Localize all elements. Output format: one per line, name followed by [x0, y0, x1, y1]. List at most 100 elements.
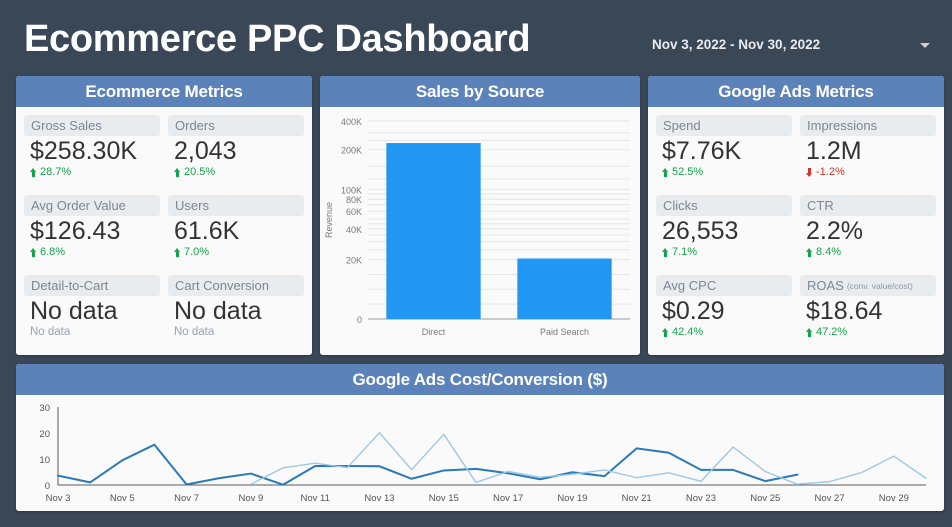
scorecard-grid-ecommerce: Gross Sales $258.30K 28.7% Orders 2,043: [16, 107, 312, 355]
scorecard-value: $7.76K: [662, 137, 742, 165]
scorecard-roas[interactable]: ROAS (conv. value/cost) $18.64 47.2%: [800, 275, 936, 355]
scorecard-value: $126.43: [30, 217, 121, 245]
scorecard-label: Users: [175, 198, 209, 213]
panel-title-ecommerce: Ecommerce Metrics: [16, 76, 312, 107]
scorecard-ctr[interactable]: CTR 2.2% 8.4%: [800, 195, 936, 275]
scorecard-label-bar: Spend: [656, 115, 792, 136]
scorecard-value: No data: [30, 297, 118, 325]
line-chart-x-tick: Nov 29: [879, 493, 909, 504]
scorecard-label: Gross Sales: [31, 118, 102, 133]
date-range-selector[interactable]: Nov 3, 2022 - Nov 30, 2022: [652, 34, 932, 60]
scorecard-label: Detail-to-Cart: [31, 278, 109, 293]
scorecard-delta-value: 42.4%: [672, 326, 704, 339]
bar-chart-y-tick: 80K: [346, 195, 362, 205]
panel-body-sales-by-source: 400K 200K 100K 80K 60K 40K 20K 0 Revenue Direct Pa…: [320, 107, 640, 355]
scorecard-users[interactable]: Users 61.6K 7.0%: [168, 195, 304, 275]
scorecard-gross-sales[interactable]: Gross Sales $258.30K 28.7%: [24, 115, 160, 195]
line-chart-x-tick: Nov 17: [493, 493, 523, 504]
scorecard-value: $0.29: [662, 297, 725, 325]
panel-body-ecommerce: Gross Sales $258.30K 28.7% Orders 2,043: [16, 107, 312, 355]
scorecard-impressions[interactable]: Impressions 1.2M -1.2%: [800, 115, 936, 195]
line-series-previous[interactable]: [250, 432, 927, 485]
scorecard-label: Cart Conversion: [175, 278, 269, 293]
bar-chart-x-tick: Direct: [422, 327, 446, 337]
panel-sales-by-source: Sales by Source 400K 200K 100K 80K 60K 40K 20K…: [320, 76, 640, 355]
arrow-up-icon: [806, 247, 813, 257]
scorecard-value: 1.2M: [806, 137, 862, 165]
scorecard-delta-value: 47.2%: [816, 326, 848, 339]
scorecard-delta: 42.4%: [656, 326, 792, 338]
scorecard-delta-value: 7.0%: [184, 246, 210, 259]
scorecard-avg-cpc[interactable]: Avg CPC $0.29 42.4%: [656, 275, 792, 355]
arrow-up-icon: [30, 167, 37, 177]
bar-chart-y-tick: 100K: [341, 185, 362, 195]
bar-chart-y-axis-label: Revenue: [324, 202, 334, 238]
dashboard-root: Ecommerce PPC Dashboard Nov 3, 2022 - No…: [0, 0, 952, 527]
scorecard-delta: 7.0%: [168, 246, 304, 258]
scorecard-value: $258.30K: [30, 137, 138, 165]
line-chart-x-tick: Nov 19: [557, 493, 587, 504]
bar-chart-sales-by-source[interactable]: 400K 200K 100K80K 60K 40K 20K 0 Revenue Direct Pa…: [320, 107, 640, 355]
scorecard-label-bar: Avg Order Value: [24, 195, 160, 216]
scorecard-label-bar: Avg CPC: [656, 275, 792, 296]
bar-chart-y-tick: 200K: [341, 146, 362, 156]
line-chart-y-tick: 10: [39, 455, 50, 466]
scorecard-label-bar: CTR: [800, 195, 936, 216]
arrow-up-icon: [806, 327, 813, 337]
line-chart-cost-per-conversion[interactable]: 0 10 20 30 Nov 3 Nov 5 Nov 7 Nov 9 Nov 11 Nov 13 N…: [16, 395, 944, 511]
arrow-up-icon: [662, 247, 669, 257]
scorecard-clicks[interactable]: Clicks 26,553 7.1%: [656, 195, 792, 275]
scorecard-delta: 47.2%: [800, 326, 936, 338]
scorecard-detail-to-cart[interactable]: Detail-to-Cart No data No data: [24, 275, 160, 355]
scorecard-delta-value: -1.2%: [816, 166, 845, 179]
scorecard-cart-conversion[interactable]: Cart Conversion No data No data: [168, 275, 304, 355]
date-range-label: Nov 3, 2022 - Nov 30, 2022: [652, 37, 821, 52]
scorecard-delta: 8.4%: [800, 246, 936, 258]
scorecard-label-bar: ROAS (conv. value/cost): [800, 275, 936, 296]
bar-chart-y-tick: 0: [357, 315, 362, 325]
line-series-current[interactable]: [57, 443, 799, 486]
scorecard-value: 26,553: [662, 217, 739, 245]
scorecard-label-bar: Orders: [168, 115, 304, 136]
scorecard-label-bar: Clicks: [656, 195, 792, 216]
bar-chart-x-tick: Paid Search: [540, 327, 589, 337]
bar[interactable]: [386, 143, 481, 319]
line-chart-x-tick: Nov 7: [174, 493, 199, 504]
scorecard-delta: 20.5%: [168, 166, 304, 178]
bar-chart-y-tick: 20K: [346, 256, 362, 266]
scorecard-label: ROAS: [807, 278, 844, 293]
panel-google-ads-metrics: Google Ads Metrics Spend $7.76K 52.5% Im…: [648, 76, 944, 355]
page-title: Ecommerce PPC Dashboard: [24, 18, 531, 60]
arrow-up-icon: [30, 247, 37, 257]
line-chart-x-tick: Nov 5: [110, 493, 135, 504]
scorecard-value: 2,043: [174, 137, 237, 165]
scorecard-label: CTR: [807, 198, 834, 213]
scorecard-delta-value: 7.1%: [672, 246, 698, 259]
scorecard-avg-order-value[interactable]: Avg Order Value $126.43 6.8%: [24, 195, 160, 275]
scorecard-value: $18.64: [806, 297, 883, 325]
scorecard-orders[interactable]: Orders 2,043 20.5%: [168, 115, 304, 195]
line-chart-x-tick: Nov 9: [238, 493, 263, 504]
scorecard-delta-value: 8.4%: [816, 246, 842, 259]
panel-title-sales-by-source: Sales by Source: [320, 76, 640, 107]
chevron-down-icon[interactable]: [920, 43, 930, 48]
scorecard-label-bar: Impressions: [800, 115, 936, 136]
scorecard-delta: 52.5%: [656, 166, 792, 178]
panel-title-google-ads: Google Ads Metrics: [648, 76, 944, 107]
scorecard-value: 2.2%: [806, 217, 863, 245]
scorecard-delta: No data: [168, 326, 304, 338]
scorecard-label: Clicks: [663, 198, 698, 213]
line-chart-y-tick: 30: [39, 403, 50, 414]
line-chart-x-tick: Nov 3: [46, 493, 71, 504]
line-chart-y-tick: 20: [39, 429, 50, 440]
scorecard-delta-value: 28.7%: [40, 166, 72, 179]
scorecard-spend[interactable]: Spend $7.76K 52.5%: [656, 115, 792, 195]
scorecard-label: Impressions: [807, 118, 878, 133]
scorecard-sublabel: (conv. value/cost): [846, 280, 913, 291]
bar-chart-y-tick: 400K: [341, 117, 362, 127]
bar[interactable]: [517, 258, 612, 319]
scorecard-delta: -1.2%: [800, 166, 936, 178]
panel-body-cost-per-conversion: 0 10 20 30 Nov 3 Nov 5 Nov 7 Nov 9 Nov 11 Nov 13 N…: [16, 395, 944, 511]
scorecard-delta-value: 6.8%: [40, 246, 66, 259]
scorecard-grid-google-ads: Spend $7.76K 52.5% Impressions 1.2M -1.2…: [648, 107, 944, 355]
